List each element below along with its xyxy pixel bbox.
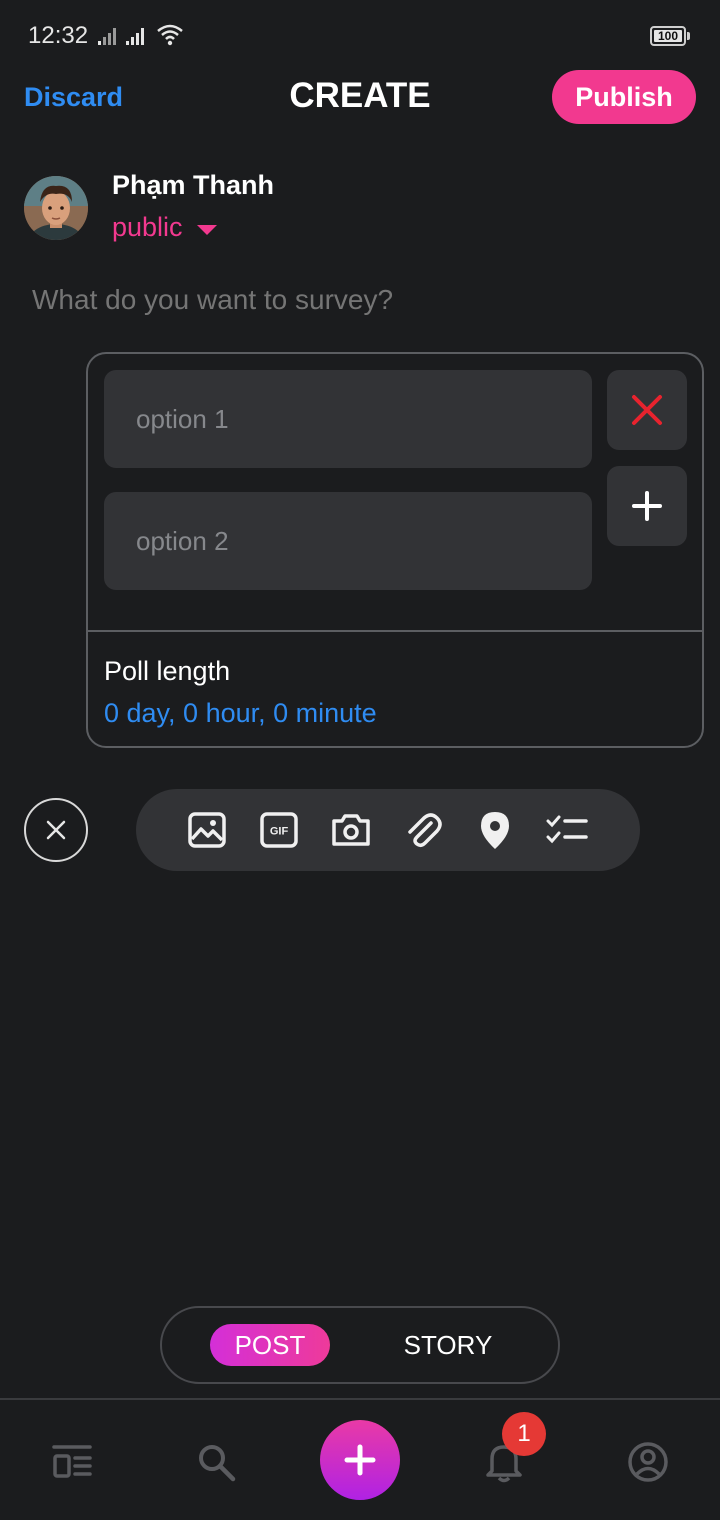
status-bar: 12:32 100: [0, 0, 720, 72]
avatar-image: [24, 176, 88, 240]
attachment-icon[interactable]: [402, 809, 444, 851]
cell-signal-icon: [98, 28, 116, 45]
location-icon[interactable]: [474, 809, 516, 851]
privacy-label: public: [112, 212, 183, 242]
battery-tip: [687, 32, 690, 40]
plus-icon: [632, 491, 662, 521]
tab-post[interactable]: POST: [210, 1324, 330, 1366]
search-icon[interactable]: [194, 1440, 238, 1484]
caret-down-icon: [196, 224, 217, 235]
status-time: 12:32: [28, 22, 89, 49]
battery-icon: 100: [650, 26, 686, 46]
image-icon[interactable]: [186, 809, 228, 851]
camera-icon[interactable]: [330, 809, 372, 851]
poll-length-value[interactable]: 0 day, 0 hour, 0 minute: [104, 698, 377, 729]
plus-icon: [344, 1444, 376, 1476]
poll-option-input[interactable]: option 2: [104, 492, 592, 590]
cell-signal-icon: [126, 28, 144, 45]
privacy-selector[interactable]: public: [112, 212, 217, 243]
post-story-toggle: POST STORY: [160, 1306, 560, 1384]
header: Discard CREATE Publish: [0, 68, 720, 128]
wifi-icon: [157, 24, 183, 46]
divider: [88, 630, 702, 632]
profile-icon[interactable]: [626, 1440, 670, 1484]
feed-icon[interactable]: [50, 1440, 94, 1484]
publish-button[interactable]: Publish: [552, 70, 696, 124]
battery-level: 100: [654, 30, 682, 42]
poll-length-label: Poll length: [104, 656, 231, 686]
gif-text: GIF: [270, 826, 289, 838]
gif-icon[interactable]: GIF: [258, 809, 300, 851]
add-option-button[interactable]: [607, 466, 687, 546]
create-button[interactable]: [320, 1420, 400, 1500]
close-icon: [632, 395, 662, 425]
tab-story[interactable]: STORY: [398, 1324, 498, 1366]
close-toolbar-button[interactable]: [24, 798, 88, 862]
avatar: [24, 176, 88, 240]
attachment-toolbar: GIF: [136, 789, 640, 871]
poll-editor: option 1 option 2 Poll length 0 day, 0 h…: [86, 352, 704, 748]
user-name: Phạm Thanh: [112, 170, 275, 200]
checklist-icon[interactable]: [546, 809, 588, 851]
survey-question-input[interactable]: [32, 284, 672, 316]
notification-badge: 1: [502, 1412, 546, 1456]
bottom-navigation: 1: [0, 1400, 720, 1520]
poll-option-input[interactable]: option 1: [104, 370, 592, 468]
close-icon: [46, 820, 66, 840]
remove-option-button[interactable]: [607, 370, 687, 450]
